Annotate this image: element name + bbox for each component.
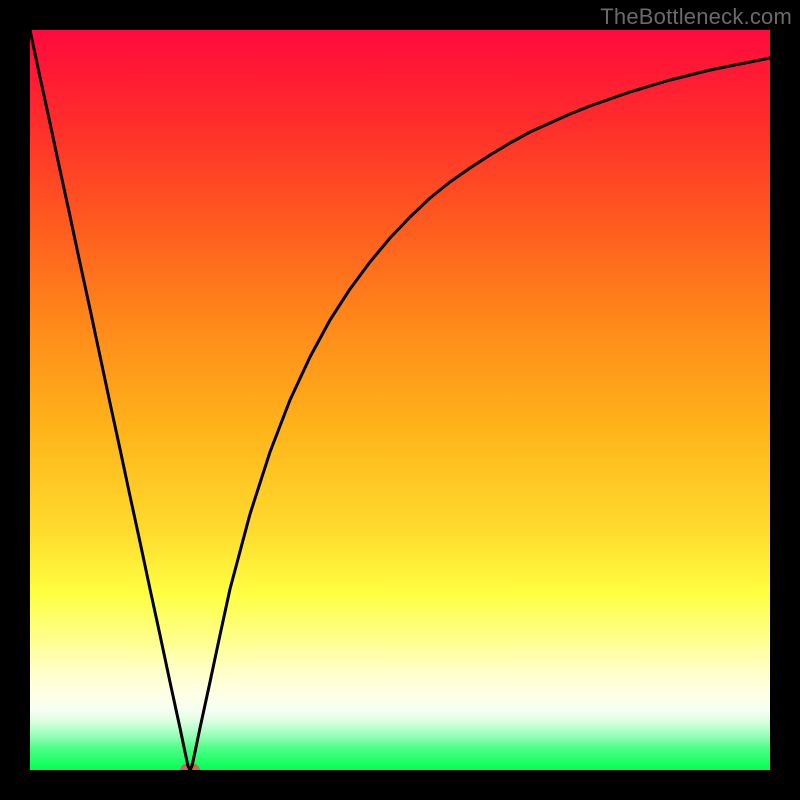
watermark-text: TheBottleneck.com [600, 4, 792, 30]
chart-frame: TheBottleneck.com [0, 0, 800, 800]
curve-path [30, 30, 770, 770]
curve-layer [30, 30, 770, 770]
plot-area [30, 30, 770, 770]
